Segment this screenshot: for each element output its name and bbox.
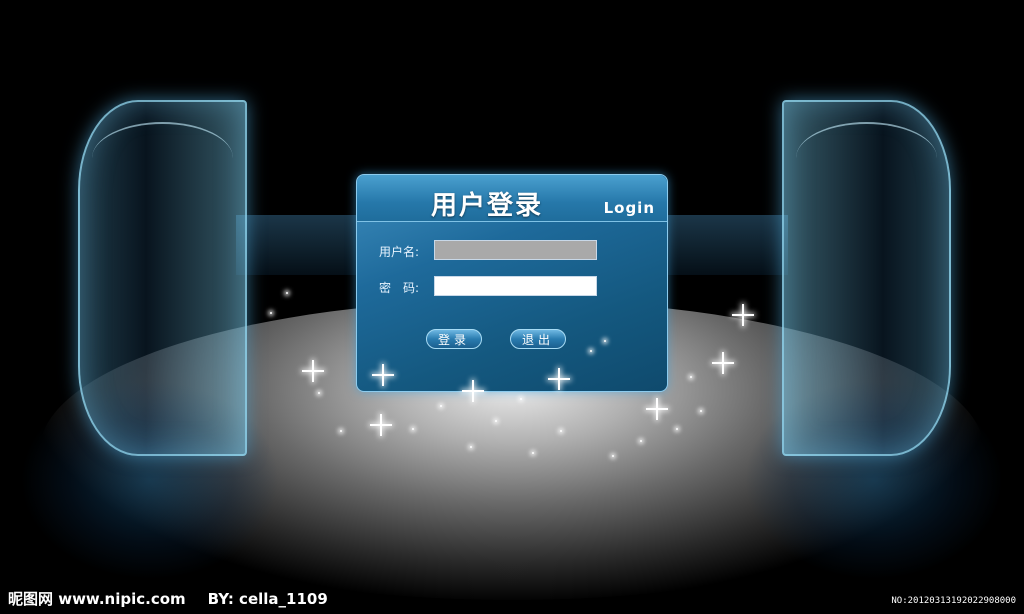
watermark: 昵图网 www.nipic.com BY: cella_1109 <box>8 588 328 609</box>
password-input[interactable] <box>434 276 597 296</box>
username-label: 用户名: <box>379 245 420 259</box>
sparkle-dot <box>520 398 522 400</box>
sparkle-star <box>372 364 394 386</box>
sparkle-star <box>646 398 668 420</box>
sparkle-star <box>462 380 484 402</box>
sparkle-dot <box>470 446 472 448</box>
login-panel-header: 用户登录 Login <box>357 175 667 222</box>
login-stage: 用户登录 Login 用户名: 密 码: 登录 退出 昵图网 www.nipic… <box>0 0 1024 614</box>
exit-button[interactable]: 退出 <box>510 329 566 349</box>
sparkle-star <box>302 360 324 382</box>
sparkle-dot <box>640 440 642 442</box>
sparkle-star <box>732 304 754 326</box>
glass-panel-left <box>78 100 247 456</box>
glass-panel-right <box>782 100 951 456</box>
sparkle-dot <box>412 428 414 430</box>
sparkle-dot <box>604 340 606 342</box>
sparkle-dot <box>340 430 342 432</box>
login-title: 用户登录 <box>431 191 544 221</box>
watermark-id: NO:20120313192022908000 <box>891 596 1016 606</box>
login-title-en: Login <box>603 199 655 217</box>
sparkle-dot <box>286 292 288 294</box>
sparkle-dot <box>590 350 592 352</box>
sparkle-dot <box>676 428 678 430</box>
sparkle-dot <box>612 455 614 457</box>
sparkle-dot <box>440 405 442 407</box>
password-label: 密 码: <box>379 281 420 295</box>
sparkle-star <box>548 368 570 390</box>
watermark-author: BY: cella_1109 <box>207 590 328 608</box>
sparkle-dot <box>560 430 562 432</box>
sparkle-dot <box>700 410 702 412</box>
watermark-site: 昵图网 www.nipic.com <box>8 590 186 608</box>
sparkle-dot <box>532 452 534 454</box>
sparkle-dot <box>495 420 497 422</box>
sparkle-dot <box>690 376 692 378</box>
sparkle-star <box>370 414 392 436</box>
sparkle-dot <box>318 392 320 394</box>
sparkle-dot <box>270 312 272 314</box>
sparkle-star <box>712 352 734 374</box>
login-button[interactable]: 登录 <box>426 329 482 349</box>
username-input[interactable] <box>434 240 597 260</box>
login-panel: 用户登录 Login 用户名: 密 码: 登录 退出 <box>356 174 668 392</box>
